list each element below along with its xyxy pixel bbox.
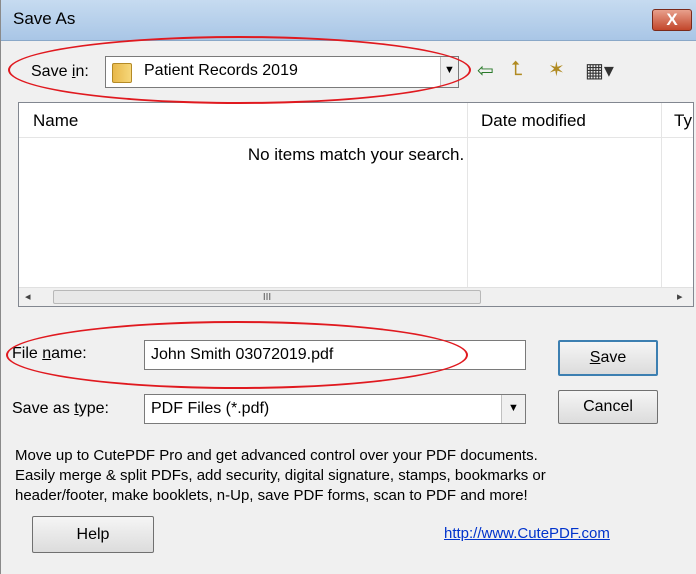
cancel-button[interactable]: Cancel — [558, 390, 658, 424]
window-title: Save As — [13, 9, 76, 28]
column-type[interactable]: Ty — [674, 111, 692, 131]
back-icon[interactable]: ⇦ — [477, 58, 494, 83]
column-divider[interactable] — [467, 103, 468, 137]
column-date-modified[interactable]: Date modified — [481, 111, 586, 131]
file-name-value: John Smith 03072019.pdf — [151, 346, 334, 363]
save-button[interactable]: Save — [558, 340, 658, 376]
empty-message: No items match your search. — [247, 145, 465, 164]
promo-line: Move up to CutePDF Pro and get advanced … — [15, 447, 538, 464]
chevron-down-icon: ▼ — [508, 402, 519, 414]
save-in-label: Save in: — [31, 63, 89, 80]
grip-icon: III — [262, 292, 272, 303]
save-in-dropdown-arrow[interactable]: ▼ — [440, 57, 458, 87]
file-name-input[interactable]: John Smith 03072019.pdf — [144, 340, 526, 370]
horizontal-scrollbar[interactable]: ◂ III ▸ — [19, 287, 693, 306]
file-list[interactable]: Name Date modified Ty No items match you… — [18, 102, 694, 307]
up-folder-icon[interactable]: ⮤ — [511, 58, 523, 81]
new-folder-icon[interactable]: ✶ — [548, 57, 565, 82]
save-as-type-label: Save as type: — [12, 400, 109, 417]
cutepdf-link[interactable]: http://www.CutePDF.com — [444, 525, 610, 542]
folder-icon — [112, 63, 132, 83]
file-list-header: Name Date modified Ty — [19, 103, 693, 138]
title-bar[interactable]: Save As X — [1, 0, 696, 41]
close-icon: X — [666, 10, 678, 29]
save-as-dialog: Save As X Save in: Patient Records 2019 … — [0, 0, 696, 574]
promo-line: Easily merge & split PDFs, add security,… — [15, 467, 546, 484]
scrollbar-thumb[interactable]: III — [53, 290, 481, 304]
column-name[interactable]: Name — [33, 111, 78, 131]
scroll-right-icon[interactable]: ▸ — [677, 290, 683, 303]
column-divider[interactable] — [661, 103, 662, 137]
save-as-type-value: PDF Files (*.pdf) — [151, 400, 270, 417]
promo-line: header/footer, make booklets, n-Up, save… — [15, 487, 528, 504]
save-in-value: Patient Records 2019 — [144, 62, 298, 79]
view-menu-icon[interactable]: ▦▾ — [585, 58, 614, 83]
save-as-type-dropdown-arrow[interactable]: ▼ — [501, 395, 525, 423]
save-in-dropdown[interactable]: Patient Records 2019 ▼ — [105, 56, 459, 88]
save-as-type-dropdown[interactable]: PDF Files (*.pdf) ▼ — [144, 394, 526, 424]
promo-text: Move up to CutePDF Pro and get advanced … — [15, 446, 675, 506]
chevron-down-icon: ▼ — [444, 64, 455, 76]
file-name-label: File name: — [12, 345, 87, 362]
help-button[interactable]: Help — [32, 516, 154, 553]
close-button[interactable]: X — [652, 9, 692, 31]
scroll-left-icon[interactable]: ◂ — [25, 290, 31, 303]
